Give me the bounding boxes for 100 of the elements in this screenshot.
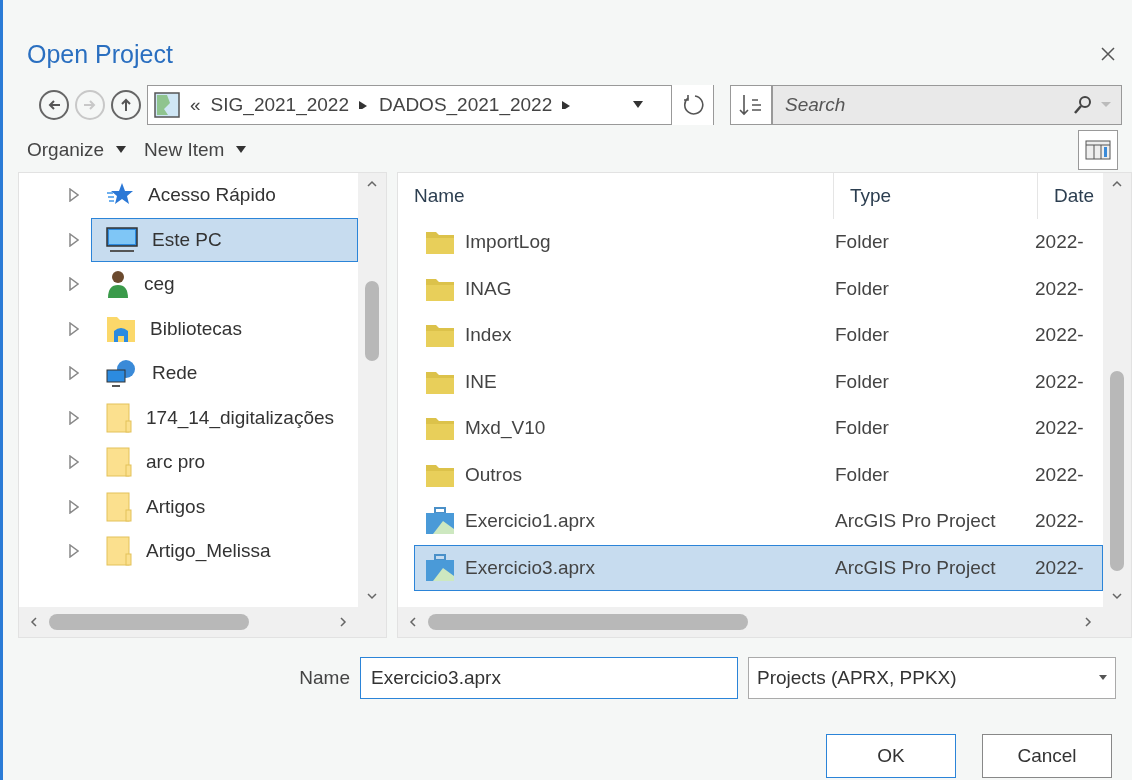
caret-icon	[359, 101, 369, 109]
folder-icon	[106, 491, 132, 522]
dropdown-icon	[1099, 675, 1107, 681]
tree-item[interactable]: Acesso Rápido	[91, 173, 358, 218]
file-name: ImportLog	[465, 231, 551, 254]
project-icon	[425, 507, 455, 536]
file-date: 2022-	[1035, 510, 1085, 533]
expand-icon[interactable]	[69, 410, 79, 425]
folder-icon	[106, 447, 132, 478]
window-title: Open Project	[27, 39, 173, 69]
ok-button[interactable]: OK	[826, 734, 956, 778]
file-row[interactable]: Exercicio3.aprx ArcGIS Pro Project 2022-	[414, 544, 1103, 591]
file-type: Folder	[835, 277, 890, 300]
file-row[interactable]: Mxd_V10 Folder 2022-	[414, 405, 1103, 452]
vertical-scrollbar[interactable]	[1103, 173, 1131, 607]
column-header[interactable]: Name	[398, 173, 834, 219]
vertical-scrollbar[interactable]	[358, 173, 386, 607]
breadcrumb-item[interactable]: SIG_2021_2022	[210, 94, 349, 116]
name-field[interactable]: Exercicio3.aprx	[360, 657, 738, 699]
file-name: Exercicio3.aprx	[465, 556, 595, 579]
file-type: Folder	[835, 463, 890, 486]
file-type: ArcGIS Pro Project	[835, 510, 997, 533]
sort-icon	[738, 94, 764, 116]
file-type: ArcGIS Pro Project	[835, 556, 997, 579]
file-name: Exercicio1.aprx	[465, 510, 595, 533]
search-field[interactable]: Search	[783, 93, 1065, 117]
file-row[interactable]: Outros Folder 2022-	[414, 451, 1103, 498]
expand-icon[interactable]	[69, 366, 79, 381]
folder-icon	[106, 536, 132, 567]
file-row[interactable]: Exercicio1.aprx ArcGIS Pro Project 2022-	[414, 498, 1103, 545]
horizontal-scrollbar[interactable]	[19, 607, 358, 637]
file-date: 2022-	[1035, 370, 1085, 393]
back-button[interactable]	[39, 90, 69, 120]
breadcrumb-item[interactable]: DADOS_2021_2022	[379, 94, 553, 116]
tree-item[interactable]: Bibliotecas	[91, 306, 358, 351]
column-header[interactable]: Type	[834, 173, 1038, 219]
file-row[interactable]: Index Folder 2022-	[414, 312, 1103, 359]
file-row[interactable]: INAG Folder 2022-	[414, 265, 1103, 312]
file-date: 2022-	[1035, 463, 1085, 486]
user-icon	[106, 269, 130, 300]
columns-icon	[1085, 140, 1111, 160]
file-name: INAG	[465, 277, 512, 300]
tree-item[interactable]: 174_14_digitalizações	[91, 395, 358, 440]
scrollbar-thumb[interactable]	[1110, 371, 1124, 571]
scrollbar-thumb[interactable]	[428, 614, 748, 630]
expand-icon[interactable]	[69, 544, 79, 559]
file-name: Outros	[465, 463, 523, 486]
expand-icon[interactable]	[69, 232, 79, 247]
file-type: Folder	[835, 324, 890, 347]
file-type: Folder	[835, 417, 890, 440]
file-type: Folder	[835, 370, 890, 393]
up-button[interactable]	[111, 90, 141, 120]
scrollbar-thumb[interactable]	[365, 281, 379, 361]
search-bar[interactable]: Search	[772, 85, 1122, 125]
tree-item[interactable]: Este PC	[91, 217, 358, 262]
expand-icon[interactable]	[69, 321, 79, 336]
folder-icon	[106, 402, 132, 433]
caret-icon	[236, 146, 247, 154]
tree-item[interactable]: arc pro	[91, 440, 358, 485]
menu-button[interactable]: New Item	[144, 139, 247, 161]
file-date: 2022-	[1035, 277, 1085, 300]
file-name: INE	[465, 370, 497, 393]
refresh-button[interactable]	[671, 85, 713, 125]
file-name: Index	[465, 324, 512, 347]
file-type-dropdown[interactable]: Projects (APRX, PPKX)	[748, 657, 1116, 699]
folder-icon	[425, 322, 455, 349]
folder-icon	[425, 229, 455, 256]
overflow-chevron[interactable]: «	[190, 94, 201, 116]
view-button[interactable]	[1078, 130, 1118, 170]
file-row[interactable]: INE Folder 2022-	[414, 358, 1103, 405]
search-icon	[1073, 95, 1093, 115]
expand-icon[interactable]	[69, 455, 79, 470]
scrollbar-thumb[interactable]	[49, 614, 249, 630]
name-label: Name	[299, 667, 350, 689]
network-icon	[106, 359, 138, 388]
tree-item[interactable]: ceg	[91, 262, 358, 307]
horizontal-scrollbar[interactable]	[398, 607, 1103, 637]
file-type: Folder	[835, 231, 890, 254]
cancel-button[interactable]: Cancel	[982, 734, 1112, 778]
file-date: 2022-	[1035, 417, 1085, 440]
expand-icon[interactable]	[69, 277, 79, 292]
file-date: 2022-	[1035, 231, 1085, 254]
project-icon	[425, 553, 455, 582]
address-bar[interactable]: « SIG_2021_2022 DADOS_2021_2022	[147, 85, 714, 125]
monitor-icon	[106, 225, 138, 254]
tree-item[interactable]: Artigos	[91, 484, 358, 529]
tree-item[interactable]: Artigo_Melissa	[91, 529, 358, 574]
close-icon[interactable]	[1100, 46, 1116, 62]
caret-icon	[116, 146, 127, 154]
expand-icon[interactable]	[69, 188, 79, 203]
library-icon	[106, 314, 136, 343]
caret-icon	[633, 101, 643, 109]
file-name: Mxd_V10	[465, 417, 546, 440]
file-date: 2022-	[1035, 324, 1085, 347]
file-row[interactable]: ImportLog Folder 2022-	[414, 219, 1103, 266]
tree-item[interactable]: Rede	[91, 351, 358, 396]
menu-button[interactable]: Organize	[27, 139, 127, 161]
map-icon	[154, 92, 180, 118]
sort-button[interactable]	[730, 85, 772, 125]
expand-icon[interactable]	[69, 499, 79, 514]
